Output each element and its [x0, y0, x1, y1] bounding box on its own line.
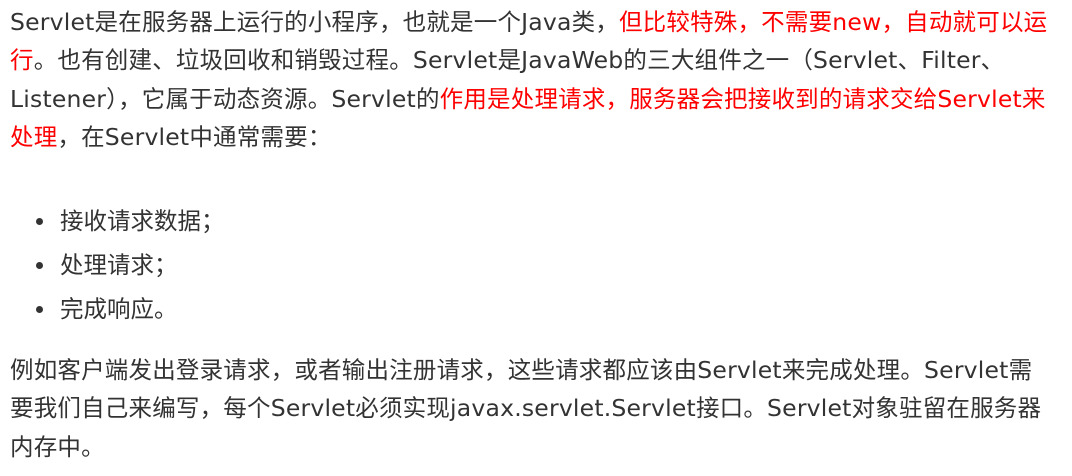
list-item: 完成响应。	[36, 287, 225, 331]
example-paragraph: 例如客户端发出登录请求，或者输出注册请求，这些请求都应该由Servlet来完成处…	[10, 356, 1042, 461]
intro-text-1: Servlet是在服务器上运行的小程序，也就是一个Java类，	[10, 8, 619, 36]
intro-paragraph: Servlet是在服务器上运行的小程序，也就是一个Java类，但比较特殊，不需要…	[10, 3, 1055, 156]
document: Servlet是在服务器上运行的小程序，也就是一个Java类，但比较特殊，不需要…	[0, 0, 1072, 476]
task-list: 接收请求数据； 处理请求； 完成响应。	[36, 199, 225, 331]
list-item: 处理请求；	[36, 243, 225, 287]
list-item: 接收请求数据；	[36, 199, 225, 243]
intro-text-3: ，在Servlet中通常需要：	[57, 122, 332, 151]
